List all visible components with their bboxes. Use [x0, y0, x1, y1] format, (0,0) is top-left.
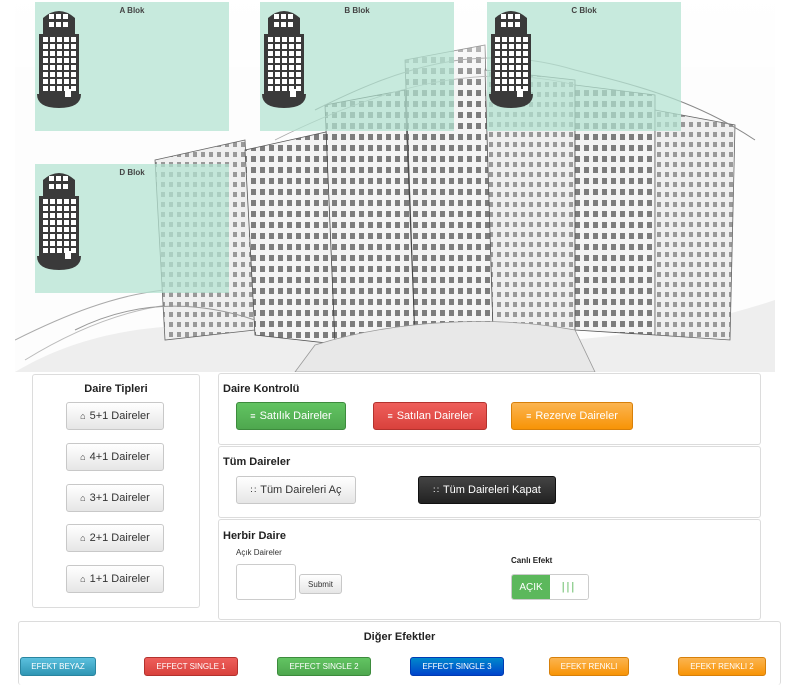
acik-daireler-input[interactable]	[236, 564, 296, 600]
page: A Blok B Blok C Blok D Blok Daire Tipler…	[0, 0, 800, 685]
toggle-on-label: AÇIK	[512, 575, 550, 599]
tum-daireleri-ac-button[interactable]: ∷ Tüm Daireleri Aç	[236, 476, 356, 504]
home-icon: ⌂	[80, 492, 86, 503]
acik-daireler-label: Açık Daireler	[236, 548, 282, 557]
button-label: 1+1 Daireler	[89, 573, 150, 585]
toggle-handle: |||	[550, 575, 588, 599]
b-blok-overlay[interactable]: B Blok	[260, 2, 454, 131]
diger-efektler-panel: Diğer Efektler	[18, 621, 781, 685]
d-blok-overlay[interactable]: D Blok	[35, 164, 229, 293]
tum-daireler-title: Tüm Daireler	[223, 456, 291, 468]
efekt-beyaz-button[interactable]: EFEKT BEYAZ	[20, 657, 96, 676]
rezerve-daireler-button[interactable]: ≡ Rezerve Daireler	[511, 402, 633, 430]
grid-icon: ∷	[433, 484, 439, 495]
efekt-renkli-button[interactable]: EFEKT RENKLI	[549, 657, 629, 676]
canli-efekt-toggle[interactable]: AÇIK |||	[511, 574, 589, 600]
c-blok-overlay[interactable]: C Blok	[487, 2, 681, 131]
type-2-1-button[interactable]: ⌂ 2+1 Daireler	[66, 524, 164, 552]
tower-icon	[37, 173, 81, 270]
diger-efektler-title: Diğer Efektler	[363, 631, 436, 643]
button-label: Satılan Daireler	[396, 410, 473, 422]
submit-button[interactable]: Submit	[299, 574, 342, 594]
herbir-daire-panel: Herbir Daire	[218, 519, 761, 620]
effect-single-3-button[interactable]: EFFECT SINGLE 3	[410, 657, 504, 676]
type-4-1-button[interactable]: ⌂ 4+1 Daireler	[66, 443, 164, 471]
button-label: Tüm Daireleri Aç	[260, 484, 342, 496]
tum-daireleri-kapat-button[interactable]: ∷ Tüm Daireleri Kapat	[418, 476, 556, 504]
daire-tipleri-title: Daire Tipleri	[84, 383, 148, 395]
efekt-renkli-2-button[interactable]: EFEKT RENKLI 2	[678, 657, 766, 676]
daire-kontrolu-title: Daire Kontrolü	[223, 383, 300, 395]
a-blok-overlay[interactable]: A Blok	[35, 2, 229, 131]
home-icon: ⌂	[80, 532, 86, 543]
button-label: 5+1 Daireler	[89, 410, 150, 422]
list-icon: ≡	[250, 410, 256, 421]
herbir-daire-title: Herbir Daire	[223, 530, 286, 542]
button-label: Rezerve Daireler	[535, 410, 618, 422]
effect-single-2-button[interactable]: EFFECT SINGLE 2	[277, 657, 371, 676]
button-label: 2+1 Daireler	[89, 532, 150, 544]
home-icon: ⌂	[80, 410, 86, 421]
type-5-1-button[interactable]: ⌂ 5+1 Daireler	[66, 402, 164, 430]
button-label: 3+1 Daireler	[89, 492, 150, 504]
home-icon: ⌂	[80, 451, 86, 462]
list-icon: ≡	[526, 410, 532, 421]
button-label: 4+1 Daireler	[89, 451, 150, 463]
type-1-1-button[interactable]: ⌂ 1+1 Daireler	[66, 565, 164, 593]
home-icon: ⌂	[80, 573, 86, 584]
canli-efekt-label: Canlı Efekt	[511, 556, 553, 565]
satilik-daireler-button[interactable]: ≡ Satılık Daireler	[236, 402, 346, 430]
tower-icon	[262, 11, 306, 108]
satilan-daireler-button[interactable]: ≡ Satılan Daireler	[373, 402, 487, 430]
type-3-1-button[interactable]: ⌂ 3+1 Daireler	[66, 484, 164, 512]
button-label: Satılık Daireler	[259, 410, 332, 422]
list-icon: ≡	[387, 410, 393, 421]
building-sketch-image: A Blok B Blok C Blok D Blok	[15, 0, 775, 372]
tower-icon	[37, 11, 81, 108]
button-label: Tüm Daireleri Kapat	[442, 484, 541, 496]
tower-icon	[489, 11, 533, 108]
effect-single-1-button[interactable]: EFFECT SINGLE 1	[144, 657, 238, 676]
grid-icon: ∷	[250, 484, 257, 495]
